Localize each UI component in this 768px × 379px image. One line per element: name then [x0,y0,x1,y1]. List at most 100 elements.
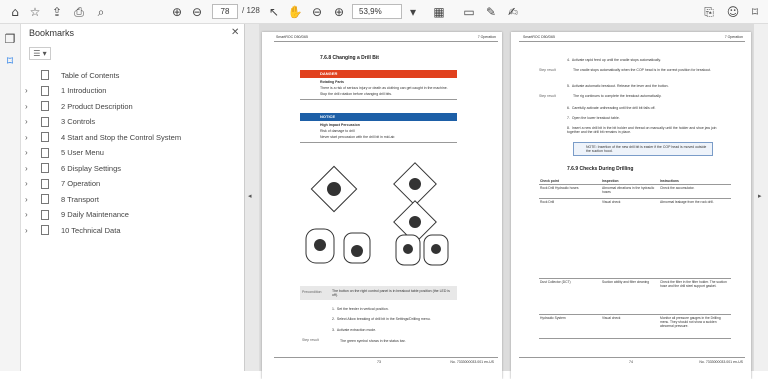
sign-icon[interactable]: ✍ [504,3,522,21]
search-icon[interactable]: ⌕ [92,3,110,21]
bookmark-label: 9 Daily Maintenance [61,210,129,219]
chevron-right-icon[interactable]: › [25,164,37,173]
page-down-icon[interactable]: ⊖ [188,3,206,21]
star-icon[interactable]: ☆ [26,3,44,21]
step-5-result: The rig continues to complete the breako… [573,94,662,98]
bookmark-page-icon [41,116,49,127]
upload-icon[interactable]: ⇪ [48,3,66,21]
vertical-scrollbar[interactable]: ▸ [754,24,768,371]
expand-right-icon[interactable]: ▸ [758,192,762,200]
notice-line1: Risk of damage to drill [320,129,355,133]
collapse-left-icon[interactable]: ◂ [248,192,252,200]
pen-icon[interactable]: ✎ [482,3,500,21]
chevron-right-icon[interactable]: › [25,226,37,235]
page-74: SmartROC D50/D65 7 Operation 4. Activate… [511,32,751,379]
select-cursor-icon[interactable]: ↖ [265,3,283,21]
step-result-label: Step result [302,338,319,342]
zoom-level-select[interactable]: 53,9% [352,4,402,19]
step-8: 8. Insert a new drill bit in the bit hol… [567,126,717,135]
bookmark-label: 6 Display Settings [61,163,122,173]
chevron-right-icon[interactable]: › [25,86,37,95]
comment-icon[interactable]: ▭ [460,3,478,21]
step-7: 7. Open the lower breakout table. [567,116,620,120]
bookmark-label: 7 Operation [61,179,101,188]
bookmark-item[interactable]: › 9 Daily Maintenance [25,208,129,222]
bookmark-page-icon [41,225,49,235]
print-icon[interactable]: ⎙ [70,3,88,21]
bookmark-page-icon [41,209,49,220]
left-rail: ❐ ⌑ [0,24,21,371]
table-row: Rock Drill Visual check Abnormal leakage… [539,198,731,279]
step-4-result: The cradle stops automatically when the … [573,68,712,72]
notice-title: High Impact Percussion [320,123,360,127]
bookmark-top-icon[interactable]: ⌑ [746,3,764,21]
document-viewer: SmartROC D50/D65 7 Operation 7.6.8 Chang… [259,24,754,379]
bookmark-page-icon [41,101,49,111]
page-thumbnails-icon[interactable]: ❐ [1,30,19,48]
control-panel-diagram [305,162,449,266]
page-footer-doc: No. 7333000033.001 en-US [699,360,743,364]
page-73: SmartROC D50/D65 7 Operation 7.6.8 Chang… [262,32,502,379]
chevron-right-icon[interactable]: › [25,102,37,111]
bookmark-page-icon [41,178,49,189]
section-title: 7.6.8 Changing a Drill Bit [320,55,379,61]
bookmark-item[interactable]: › 2 Product Description [25,99,133,113]
notice-banner: NOTICE [300,113,457,121]
chevron-down-icon[interactable]: ▾ [404,3,422,21]
danger-banner: DANGER [300,70,457,78]
bookmark-page-icon [41,163,49,173]
page-up-icon[interactable]: ⊕ [168,3,186,21]
precondition-label: Precondition [302,290,322,294]
danger-line1: There is a risk of serious injury or dea… [320,86,448,90]
bookmark-options-button[interactable]: ☰ ▾ [29,47,51,60]
fit-page-icon[interactable]: ▦ [430,3,448,21]
bookmark-page-icon [41,70,49,80]
table-row: Hydraulic System Visual check Monitor al… [539,314,731,339]
notice-line2: Never start percussion with the drill bi… [320,135,396,139]
page-header-left: SmartROC D50/D65 [276,35,308,39]
bookmark-item[interactable]: › 5 User Menu [25,146,104,160]
hand-tool-icon[interactable]: ✋ [286,3,304,21]
chevron-right-icon[interactable]: › [25,117,37,126]
bookmark-item[interactable]: › 1 Introduction [25,84,106,98]
table-row: Rock Drill Hydraulic hoses Abnormal vibr… [539,184,731,199]
page-header-right: 7 Operation [477,35,496,39]
zoom-out-icon[interactable]: ⊖ [308,3,326,21]
bookmark-item[interactable]: › 7 Operation [25,177,100,191]
note-text: NOTE: Insertion of the new drill bit is … [586,145,707,154]
bookmark-item[interactable]: › 4 Start and Stop the Control System [25,130,181,144]
step-result-text: The green symbol shows in the status bar… [340,339,406,343]
panel-splitter[interactable]: ◂ [245,24,259,371]
bookmarks-icon[interactable]: ⌑ [1,52,19,70]
bookmark-item[interactable]: › 10 Technical Data [25,223,120,237]
page-header-right: 7 Operation [724,35,743,39]
bookmark-item[interactable]: › 3 Controls [25,115,95,129]
page-number-input[interactable]: 78 [212,4,238,19]
bookmark-label: 8 Transport [61,194,99,204]
step-1: 1. Set the feeder in vertical position. [332,307,389,311]
step-4: 4. Activate rapid feed up until the crad… [567,58,661,62]
account-icon[interactable]: ☺ [724,3,742,21]
bookmark-item[interactable]: › 6 Display Settings [25,161,121,175]
bookmarks-title: Bookmarks [29,28,75,38]
zoom-in-icon[interactable]: ⊕ [330,3,348,21]
chevron-right-icon[interactable]: › [25,179,37,188]
share-icon[interactable]: ⎘ [700,3,718,21]
bookmark-page-icon [41,85,49,96]
bookmarks-panel: Bookmarks ✕ ☰ ▾ Table of Contents › 1 Intr… [21,24,245,371]
table-row: Dust Collector (DCT) Suction ability and… [539,278,731,315]
danger-title: Rotating Parts [320,80,344,84]
step-2: 2. Select Allow breaking of drill bit in… [332,317,431,321]
toolbar: ⌂ ☆ ⇪ ⎙ ⌕ ⊕ ⊖ 78 / 128 ↖ ✋ ⊖ ⊕ 53,9% ▾ ▦… [0,0,768,24]
close-icon[interactable]: ✕ [231,27,239,38]
page-header-left: SmartROC D50/D65 [523,35,555,39]
chevron-right-icon[interactable]: › [25,148,37,157]
bookmark-item[interactable]: Table of Contents [25,68,119,82]
chevron-right-icon[interactable]: › [25,210,37,219]
bookmark-item[interactable]: › 8 Transport [25,192,99,206]
chevron-right-icon[interactable]: › [25,133,37,142]
bookmark-label: Table of Contents [61,70,120,80]
chevron-right-icon[interactable]: › [25,195,37,204]
bookmark-label: 1 Introduction [61,86,107,95]
home-icon[interactable]: ⌂ [6,3,24,21]
